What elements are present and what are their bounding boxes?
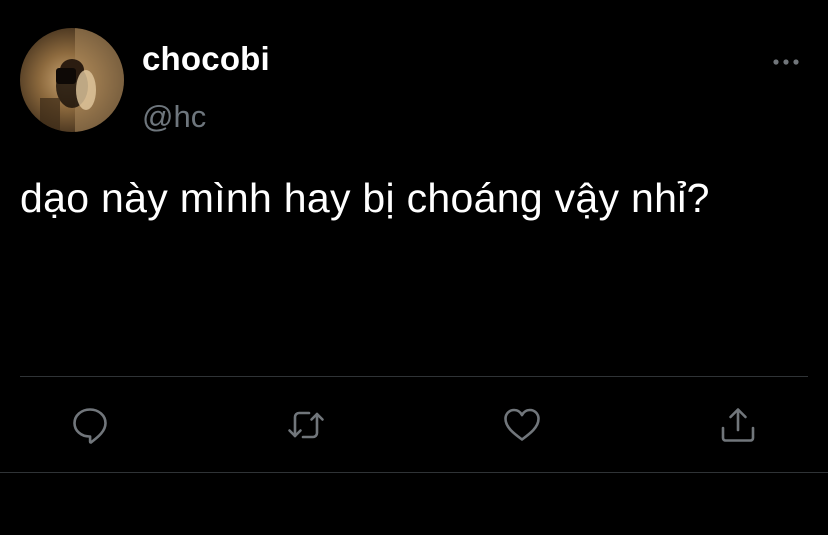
more-dots-icon bbox=[773, 59, 799, 65]
like-icon bbox=[504, 408, 540, 441]
share-button[interactable] bbox=[718, 405, 758, 445]
share-icon bbox=[721, 408, 755, 442]
user-handle[interactable]: @hc bbox=[142, 99, 206, 135]
retweet-button[interactable] bbox=[286, 405, 326, 445]
reply-icon bbox=[73, 408, 107, 444]
more-options-button[interactable] bbox=[766, 48, 806, 76]
tweet-text: dạo này mình hay bị choáng vậy nhỉ? bbox=[20, 175, 710, 221]
divider bbox=[20, 376, 808, 377]
avatar-photo-icon bbox=[40, 28, 124, 132]
avatar[interactable] bbox=[20, 28, 124, 132]
retweet-icon bbox=[288, 411, 324, 439]
display-name[interactable]: chocobi bbox=[142, 40, 270, 78]
like-button[interactable] bbox=[502, 405, 542, 445]
tweet-card: chocobi @hc dạo này mình hay bị choáng v… bbox=[0, 0, 828, 535]
reply-button[interactable] bbox=[70, 405, 110, 445]
divider bbox=[0, 472, 828, 473]
